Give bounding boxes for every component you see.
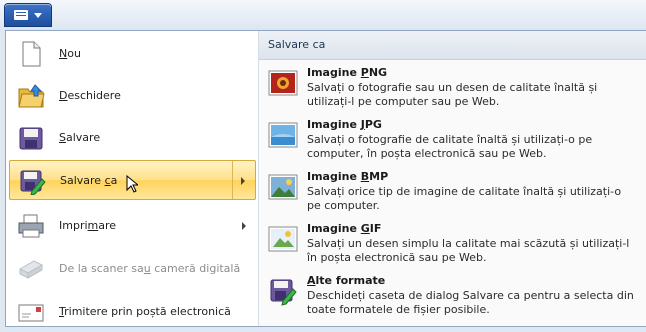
- open-folder-icon: [18, 84, 45, 108]
- chevron-right-icon: [242, 222, 246, 230]
- submenu-item-title: Imagine PNG: [307, 66, 388, 79]
- save-disk-icon: [19, 127, 43, 150]
- menu-item-new[interactable]: Nou: [9, 34, 256, 74]
- command-list: Nou Deschidere Salvare Salvare ca Imprim…: [6, 31, 258, 326]
- submenu-item-jpg[interactable]: Imagine JPG Salvați o fotografie de cali…: [259, 114, 646, 166]
- email-icon: [18, 304, 44, 322]
- other-formats-icon: [270, 279, 297, 306]
- save-as-icon: [20, 170, 46, 195]
- mouse-cursor-icon: [126, 175, 138, 193]
- app-menu-button[interactable]: [5, 4, 51, 26]
- submenu-item-description: Deschideți caseta de dialog Salvare ca p…: [307, 289, 634, 316]
- menu-item-save[interactable]: Salvare: [9, 118, 256, 158]
- menu-item-label: Salvare ca: [60, 174, 118, 187]
- printer-icon: [18, 214, 44, 238]
- menu-item-label: De la scaner sau cameră digitală: [59, 262, 241, 275]
- menu-item-save-as[interactable]: Salvare ca: [9, 160, 256, 200]
- menu-item-open[interactable]: Deschidere: [9, 76, 256, 116]
- menu-item-label: Salvare: [59, 131, 101, 144]
- submenu-item-other-formats[interactable]: Alte formate Deschideți caseta de dialog…: [259, 270, 646, 322]
- submenu-item-title: Alte formate: [307, 274, 386, 287]
- chevron-down-icon: [34, 13, 42, 18]
- menu-item-label: Deschidere: [59, 89, 121, 102]
- submenu-header: Salvare ca: [259, 31, 646, 60]
- menu-item-label: Nou: [59, 47, 81, 60]
- submenu-item-title: Imagine GIF: [307, 222, 382, 235]
- menu-item-print[interactable]: Imprimare: [9, 206, 256, 246]
- app-menu-icon: [14, 10, 28, 20]
- bmp-image-icon: [268, 174, 298, 200]
- png-image-icon: [268, 70, 298, 96]
- save-as-submenu: Salvare ca Imagine PNG Salvați o fotogra…: [258, 31, 646, 326]
- title-strip: [0, 0, 646, 30]
- submenu-item-bmp[interactable]: Imagine BMP Salvați orice tip de imagine…: [259, 166, 646, 218]
- submenu-item-title: Imagine JPG: [307, 118, 382, 131]
- submenu-item-png[interactable]: Imagine PNG Salvați o fotografie sau un …: [259, 62, 646, 114]
- submenu-item-description: Salvați o fotografie de calitate înaltă …: [307, 133, 593, 160]
- submenu-item-gif[interactable]: Imagine GIF Salvați un desen simplu la c…: [259, 218, 646, 270]
- submenu-title: Salvare ca: [268, 38, 326, 51]
- scanner-icon: [18, 260, 44, 279]
- application-menu: Nou Deschidere Salvare Salvare ca Imprim…: [5, 30, 646, 327]
- gif-image-icon: [268, 226, 298, 252]
- menu-item-label: Imprimare: [59, 219, 117, 232]
- menu-item-send-email[interactable]: Trimitere prin poștă electronică: [9, 292, 256, 332]
- chevron-right-icon: [241, 177, 245, 185]
- submenu-item-description: Salvați orice tip de imagine de calitate…: [307, 185, 622, 212]
- menu-item-label: Trimitere prin poștă electronică: [59, 305, 231, 318]
- menu-item-from-scanner: De la scaner sau cameră digitală: [9, 249, 256, 289]
- jpg-image-icon: [268, 122, 298, 148]
- submenu-item-description: Salvați o fotografie sau un desen de cal…: [307, 81, 598, 108]
- new-document-icon: [22, 41, 41, 67]
- submenu-item-description: Salvați un desen simplu la calitate mai …: [307, 237, 630, 264]
- submenu-item-title: Imagine BMP: [307, 170, 389, 183]
